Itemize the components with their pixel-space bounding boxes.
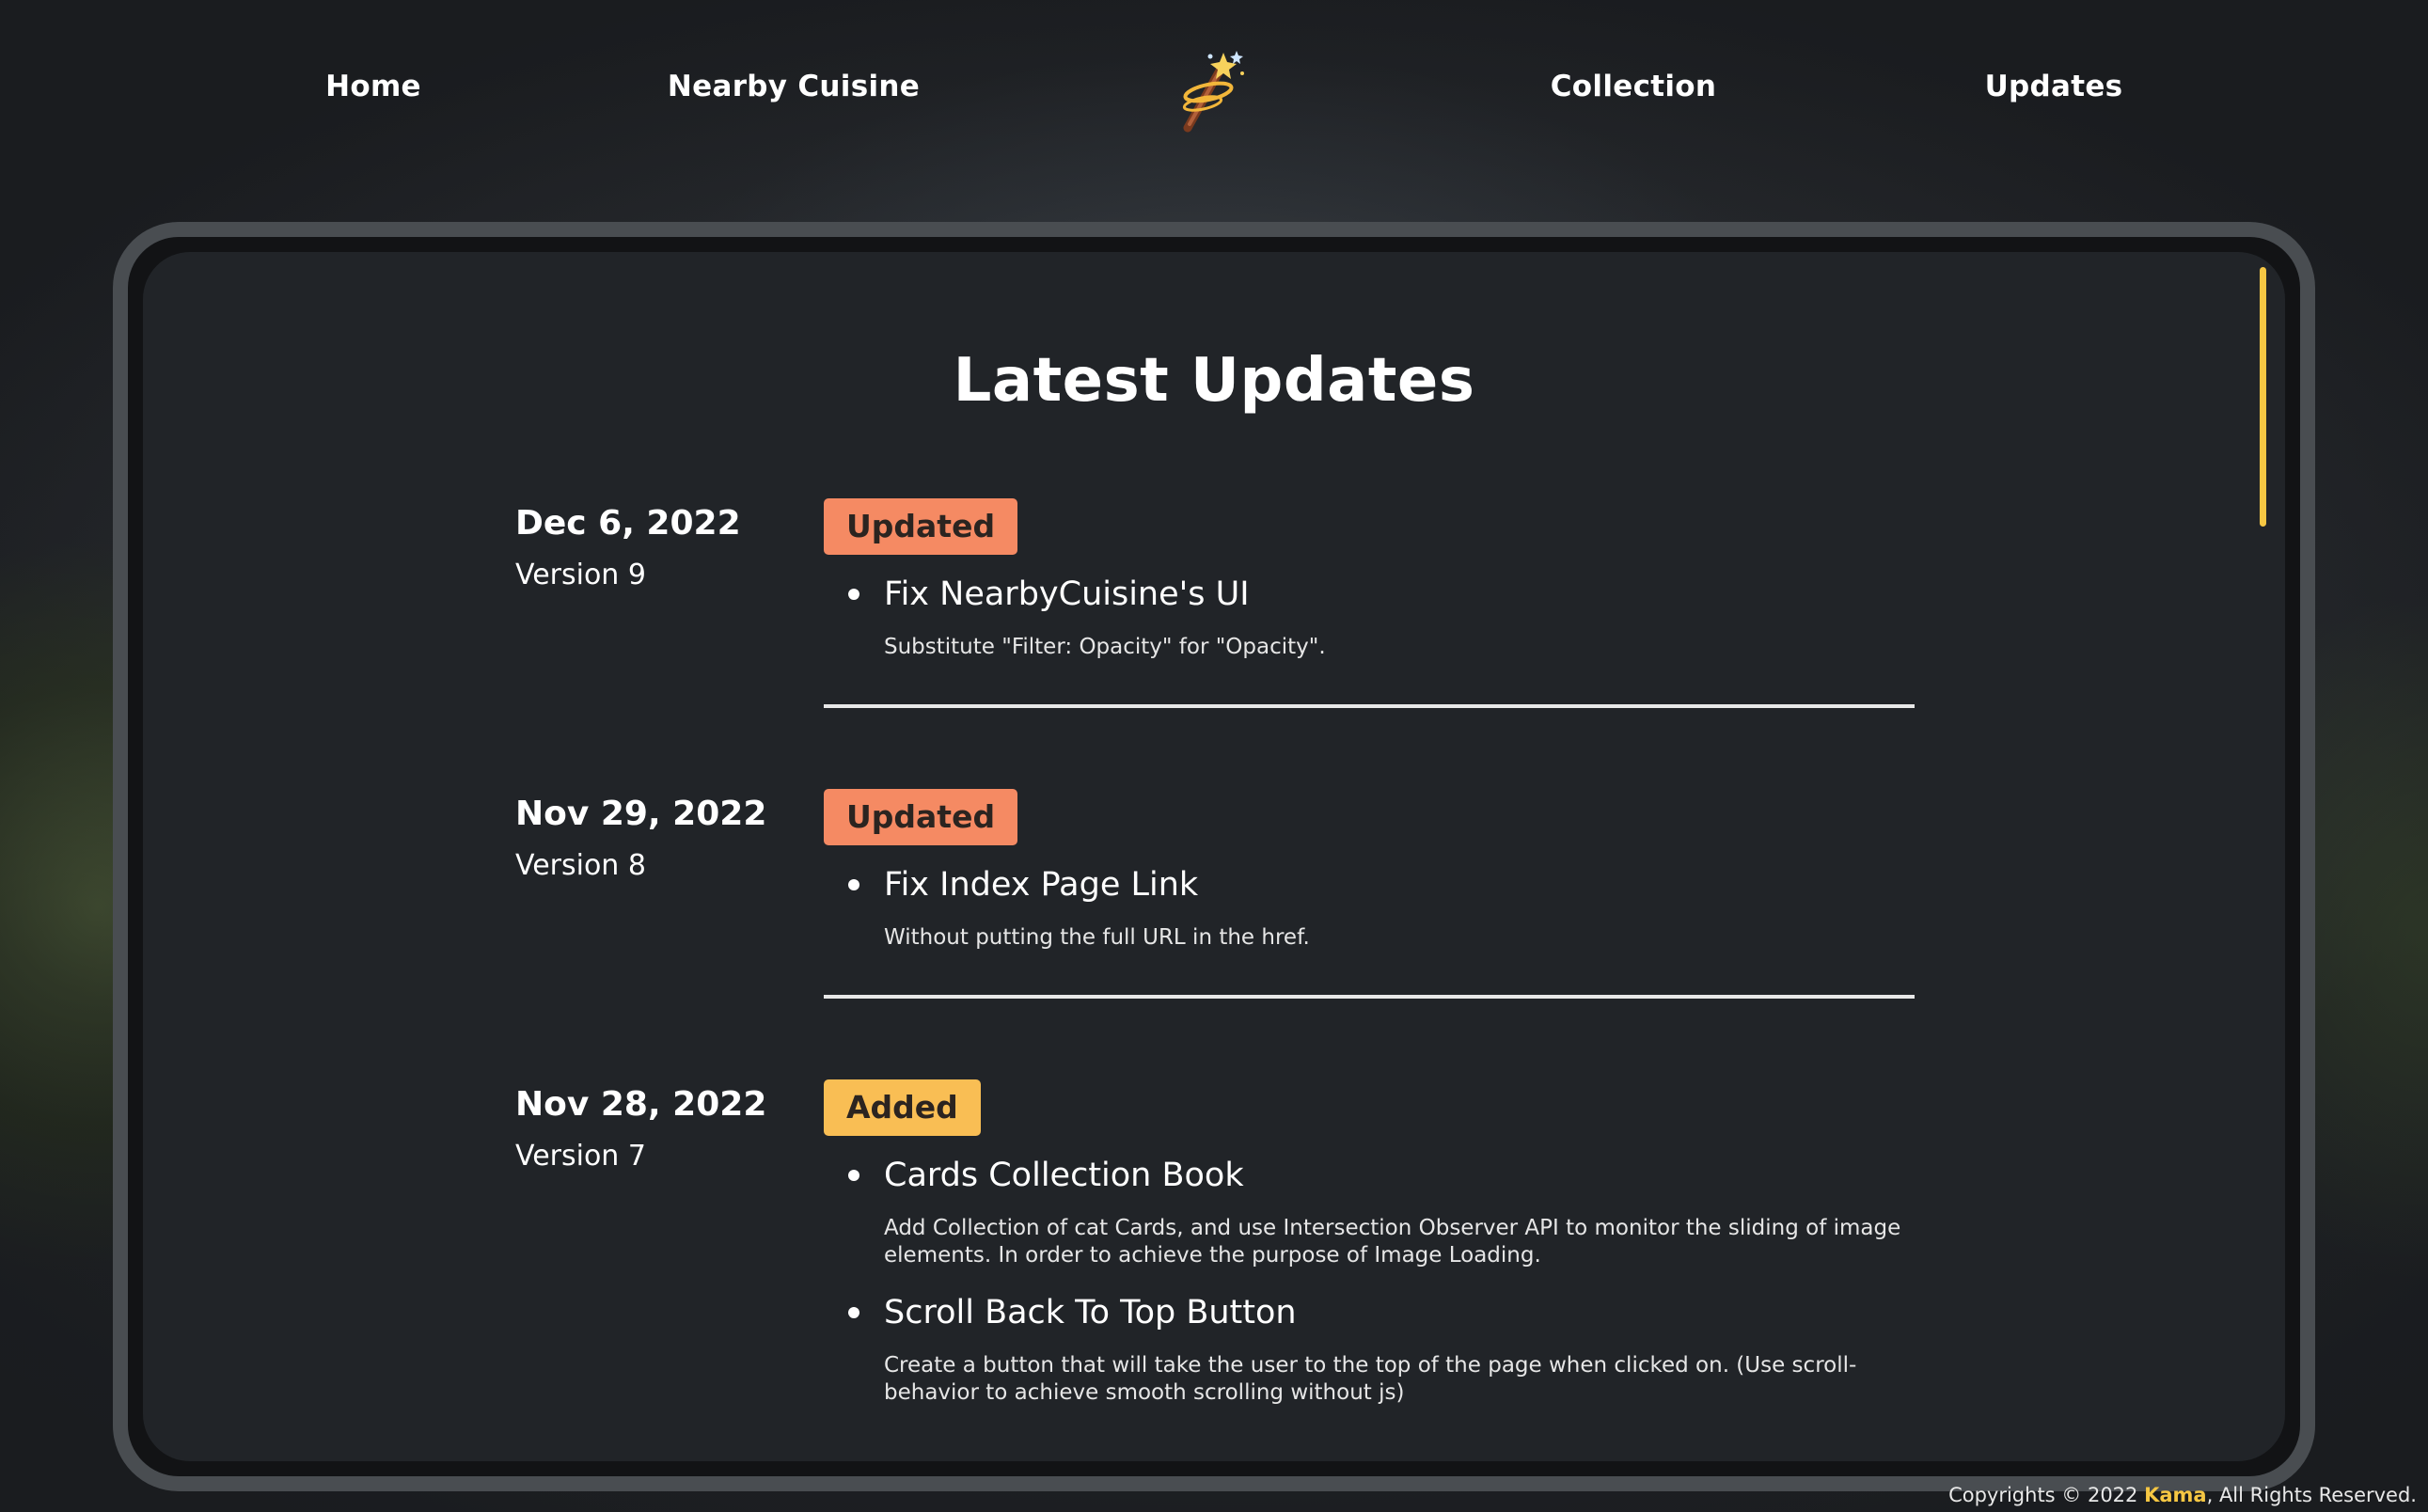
entry-date: Nov 28, 2022 [515,1085,767,1124]
updates-panel[interactable]: Latest Updates Dec 6, 2022 Version 9 Upd… [143,252,2285,1461]
top-navigation: Home Nearby Cuisine Collection Updates [0,0,2428,188]
nav-nearby-cuisine-link[interactable]: Nearby Cuisine [668,70,920,103]
status-badge: Updated [824,789,1018,845]
copyright-prefix: Copyrights © 2022 [1948,1484,2145,1506]
update-entry: Nov 28, 2022 Version 7 Added Cards Colle… [515,1079,1900,1450]
magic-wand-icon [1182,51,1244,133]
content-card-frame: Latest Updates Dec 6, 2022 Version 9 Upd… [113,222,2315,1491]
update-entry: Nov 29, 2022 Version 8 Updated Fix Index… [515,789,1915,999]
entry-version: Version 8 [515,849,646,882]
change-description: Without putting the full URL in the href… [884,925,1310,950]
change-description: Create a button that will take the user … [884,1353,1857,1405]
change-description: Substitute "Filter: Opacity" for "Opacit… [884,635,1326,659]
entry-meta: Nov 28, 2022 Version 7 [515,1079,824,1450]
brand-name: Kama [2144,1484,2207,1506]
entry-version: Version 9 [515,559,646,591]
entry-date: Nov 29, 2022 [515,795,767,833]
entry-body: Updated Fix Index Page Link Without putt… [824,789,1915,999]
change-item: Fix Index Page Link Without putting the … [824,862,1915,952]
change-title: Fix NearbyCuisine's UI [884,575,1250,613]
nav-updates-link[interactable]: Updates [1985,70,2123,103]
change-title: Scroll Back To Top Button [884,1294,1297,1331]
change-title: Cards Collection Book [884,1157,1244,1194]
status-badge: Added [824,1079,981,1136]
change-list: Fix Index Page Link Without putting the … [824,862,1915,952]
nav-home-link[interactable]: Home [325,70,421,103]
update-entry: Dec 6, 2022 Version 9 Updated Fix Nearby… [515,498,1915,708]
change-description: Add Collection of cat Cards, and use Int… [884,1216,1901,1268]
entry-body: Added Cards Collection Book Add Collecti… [824,1079,1915,1450]
bullet-icon [848,1170,859,1181]
page-title: Latest Updates [953,346,1475,416]
updates-list: Dec 6, 2022 Version 9 Updated Fix Nearby… [515,498,1915,1461]
entry-date: Dec 6, 2022 [515,504,741,543]
change-list: Fix NearbyCuisine's UI Substitute "Filte… [824,572,1915,661]
nav-collection-link[interactable]: Collection [1551,70,1717,103]
change-item: Scroll Back To Top Button Create a butto… [824,1290,1915,1407]
copyright-footer: Copyrights © 2022 Kama, All Rights Reser… [1948,1484,2417,1506]
logo-home-link[interactable] [1169,47,1259,137]
change-item: Cards Collection Book Add Collection of … [824,1153,1915,1269]
bullet-icon [848,879,859,890]
change-title: Fix Index Page Link [884,866,1199,904]
entry-meta: Dec 6, 2022 Version 9 [515,498,824,708]
entry-body: Updated Fix NearbyCuisine's UI Substitut… [824,498,1915,708]
entry-version: Version 7 [515,1140,646,1173]
entry-meta: Nov 29, 2022 Version 8 [515,789,824,999]
bullet-icon [848,1307,859,1318]
copyright-suffix: , All Rights Reserved. [2206,1484,2417,1506]
change-item: Fix NearbyCuisine's UI Substitute "Filte… [824,572,1915,661]
bullet-icon [848,589,859,600]
change-list: Cards Collection Book Add Collection of … [824,1153,1915,1407]
status-badge: Updated [824,498,1018,555]
